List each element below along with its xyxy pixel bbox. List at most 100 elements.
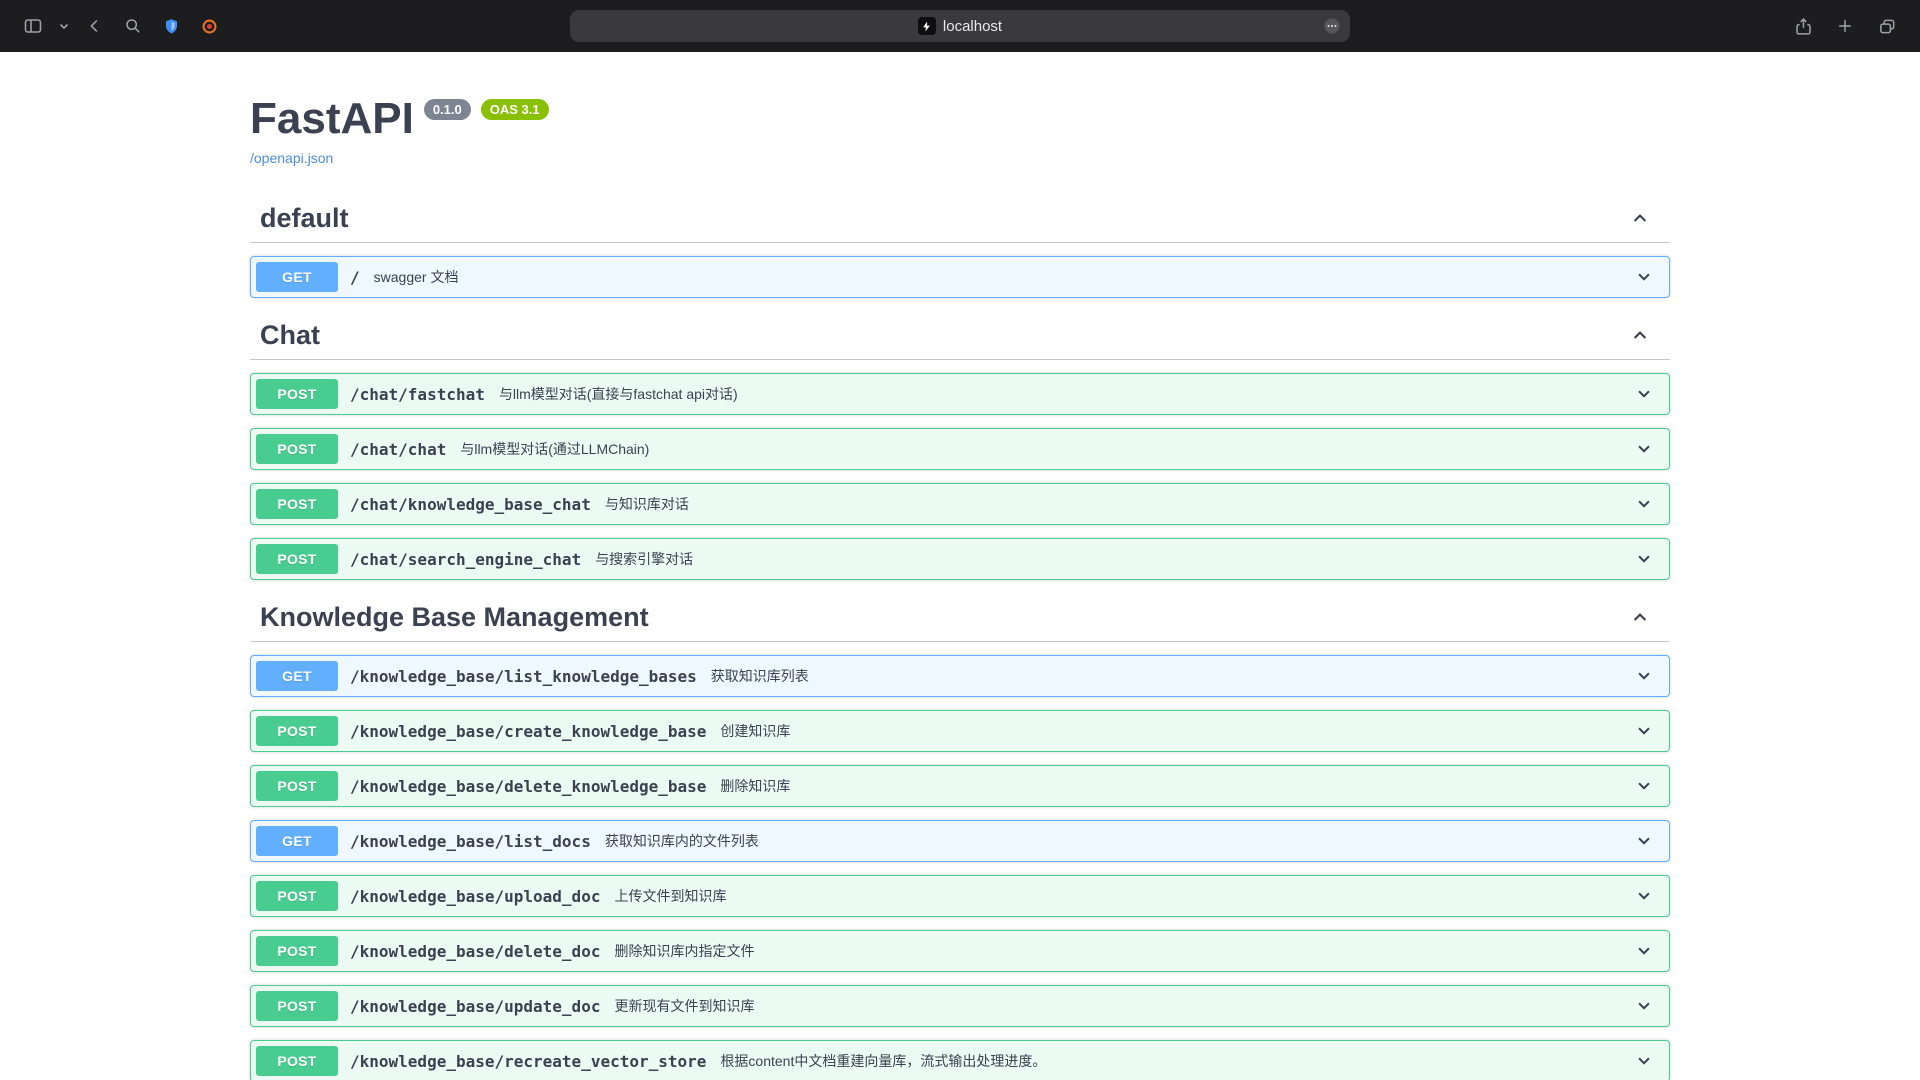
endpoint-row[interactable]: POST /chat/fastchat 与llm模型对话(直接与fastchat… bbox=[250, 373, 1670, 415]
endpoint-path: / bbox=[350, 268, 360, 287]
collapse-section-button[interactable] bbox=[1628, 323, 1652, 347]
orange-extension-icon bbox=[201, 18, 218, 35]
endpoint-row[interactable]: POST /knowledge_base/upload_doc 上传文件到知识库 bbox=[250, 875, 1670, 917]
section-header[interactable]: Knowledge Base Management bbox=[250, 593, 1670, 642]
endpoint-summary[interactable]: POST /chat/fastchat 与llm模型对话(直接与fastchat… bbox=[251, 374, 1669, 414]
orange-extension-button[interactable] bbox=[192, 9, 226, 43]
endpoint-row[interactable]: POST /knowledge_base/create_knowledge_ba… bbox=[250, 710, 1670, 752]
endpoint-summary[interactable]: POST /chat/search_engine_chat 与搜索引擎对话 bbox=[251, 539, 1669, 579]
chevron-down-icon bbox=[1633, 995, 1655, 1017]
expand-endpoint-button[interactable] bbox=[1627, 1048, 1661, 1074]
endpoint-row[interactable]: GET /knowledge_base/list_docs 获取知识库内的文件列… bbox=[250, 820, 1670, 862]
endpoint-summary[interactable]: POST /knowledge_base/delete_knowledge_ba… bbox=[251, 766, 1669, 806]
api-title-text: FastAPI bbox=[250, 96, 414, 142]
section-title: Chat bbox=[260, 320, 320, 350]
ellipsis-circle-icon bbox=[1323, 17, 1341, 35]
endpoint-row[interactable]: POST /chat/search_engine_chat 与搜索引擎对话 bbox=[250, 538, 1670, 580]
endpoint-summary[interactable]: POST /knowledge_base/delete_doc 删除知识库内指定… bbox=[251, 931, 1669, 971]
expand-endpoint-button[interactable] bbox=[1627, 993, 1661, 1019]
endpoint-path: /chat/search_engine_chat bbox=[350, 550, 581, 569]
endpoint-path: /knowledge_base/recreate_vector_store bbox=[350, 1052, 706, 1071]
share-button[interactable] bbox=[1786, 9, 1820, 43]
chevron-up-icon bbox=[1628, 605, 1652, 629]
endpoint-summary[interactable]: POST /knowledge_base/recreate_vector_sto… bbox=[251, 1041, 1669, 1080]
collapse-section-button[interactable] bbox=[1628, 605, 1652, 629]
new-tab-button[interactable] bbox=[1828, 9, 1862, 43]
endpoint-summary[interactable]: GET /knowledge_base/list_knowledge_bases… bbox=[251, 656, 1669, 696]
blue-extension-icon bbox=[163, 18, 180, 35]
endpoint-path: /knowledge_base/list_knowledge_bases bbox=[350, 667, 697, 686]
endpoint-summary[interactable]: POST /knowledge_base/update_doc 更新现有文件到知… bbox=[251, 986, 1669, 1026]
sidebar-toggle-button[interactable] bbox=[16, 9, 50, 43]
endpoint-summary[interactable]: POST /chat/knowledge_base_chat 与知识库对话 bbox=[251, 484, 1669, 524]
chevron-up-icon bbox=[1628, 206, 1652, 230]
endpoint-row[interactable]: POST /knowledge_base/update_doc 更新现有文件到知… bbox=[250, 985, 1670, 1027]
openapi-spec-link[interactable]: /openapi.json bbox=[250, 150, 333, 166]
chevron-up-icon bbox=[1628, 323, 1652, 347]
page-options-button[interactable] bbox=[1323, 17, 1341, 35]
content-wrapper: FastAPI 0.1.0 OAS 3.1 /openapi.json defa… bbox=[230, 96, 1690, 1080]
http-method-badge: POST bbox=[256, 991, 338, 1021]
endpoint-row[interactable]: GET / swagger 文档 bbox=[250, 256, 1670, 298]
endpoint-summary[interactable]: POST /chat/chat 与llm模型对话(通过LLMChain) bbox=[251, 429, 1669, 469]
http-method-badge: POST bbox=[256, 434, 338, 464]
endpoint-summary[interactable]: POST /knowledge_base/create_knowledge_ba… bbox=[251, 711, 1669, 751]
endpoint-row[interactable]: POST /knowledge_base/delete_doc 删除知识库内指定… bbox=[250, 930, 1670, 972]
address-bar[interactable]: localhost bbox=[570, 10, 1350, 42]
endpoint-row[interactable]: POST /chat/knowledge_base_chat 与知识库对话 bbox=[250, 483, 1670, 525]
tab-overview-icon bbox=[1878, 17, 1897, 36]
http-method-badge: POST bbox=[256, 936, 338, 966]
endpoint-summary[interactable]: GET / swagger 文档 bbox=[251, 257, 1669, 297]
chevron-down-icon bbox=[1633, 830, 1655, 852]
chevron-down-icon bbox=[1633, 266, 1655, 288]
endpoint-path: /knowledge_base/upload_doc bbox=[350, 887, 600, 906]
api-tag-section: Knowledge Base Management GET /knowledge… bbox=[250, 593, 1670, 1080]
endpoint-summary[interactable]: GET /knowledge_base/list_docs 获取知识库内的文件列… bbox=[251, 821, 1669, 861]
collapse-section-button[interactable] bbox=[1628, 206, 1652, 230]
section-operations: GET / swagger 文档 bbox=[250, 256, 1670, 298]
sidebar-menu-chevron-button[interactable] bbox=[54, 9, 74, 43]
http-method-badge: GET bbox=[256, 661, 338, 691]
expand-endpoint-button[interactable] bbox=[1627, 546, 1661, 572]
expand-endpoint-button[interactable] bbox=[1627, 663, 1661, 689]
expand-endpoint-button[interactable] bbox=[1627, 883, 1661, 909]
section-header[interactable]: Chat bbox=[250, 311, 1670, 360]
back-button[interactable] bbox=[78, 9, 112, 43]
section-operations: GET /knowledge_base/list_knowledge_bases… bbox=[250, 655, 1670, 1080]
http-method-badge: POST bbox=[256, 771, 338, 801]
search-button[interactable] bbox=[116, 9, 150, 43]
section-title: default bbox=[260, 203, 349, 233]
tab-overview-button[interactable] bbox=[1870, 9, 1904, 43]
sidebar-icon bbox=[23, 16, 43, 36]
browser-toolbar: localhost bbox=[0, 0, 1920, 52]
expand-endpoint-button[interactable] bbox=[1627, 828, 1661, 854]
section-header[interactable]: default bbox=[250, 194, 1670, 243]
section-title: Knowledge Base Management bbox=[260, 602, 649, 632]
endpoint-path: /chat/knowledge_base_chat bbox=[350, 495, 591, 514]
expand-endpoint-button[interactable] bbox=[1627, 938, 1661, 964]
expand-endpoint-button[interactable] bbox=[1627, 436, 1661, 462]
endpoint-summary[interactable]: POST /knowledge_base/upload_doc 上传文件到知识库 bbox=[251, 876, 1669, 916]
endpoint-row[interactable]: POST /knowledge_base/delete_knowledge_ba… bbox=[250, 765, 1670, 807]
http-method-badge: POST bbox=[256, 379, 338, 409]
endpoint-path: /chat/chat bbox=[350, 440, 446, 459]
api-tag-section: default GET / swagger 文档 bbox=[250, 194, 1670, 298]
endpoint-path: /chat/fastchat bbox=[350, 385, 485, 404]
expand-endpoint-button[interactable] bbox=[1627, 381, 1661, 407]
endpoint-description: 与知识库对话 bbox=[605, 494, 689, 514]
api-tag-section: Chat POST /chat/fastchat 与llm模型对话(直接与fas… bbox=[250, 311, 1670, 580]
chevron-down-icon bbox=[1633, 548, 1655, 570]
endpoint-row[interactable]: POST /chat/chat 与llm模型对话(通过LLMChain) bbox=[250, 428, 1670, 470]
endpoint-row[interactable]: POST /knowledge_base/recreate_vector_sto… bbox=[250, 1040, 1670, 1080]
section-operations: POST /chat/fastchat 与llm模型对话(直接与fastchat… bbox=[250, 373, 1670, 580]
chevron-down-icon bbox=[1633, 383, 1655, 405]
blue-extension-button[interactable] bbox=[154, 9, 188, 43]
toolbar-right-group bbox=[1786, 9, 1904, 43]
chevron-down-icon bbox=[1633, 885, 1655, 907]
expand-endpoint-button[interactable] bbox=[1627, 491, 1661, 517]
endpoint-row[interactable]: GET /knowledge_base/list_knowledge_bases… bbox=[250, 655, 1670, 697]
expand-endpoint-button[interactable] bbox=[1627, 773, 1661, 799]
back-icon bbox=[86, 17, 104, 35]
expand-endpoint-button[interactable] bbox=[1627, 264, 1661, 290]
expand-endpoint-button[interactable] bbox=[1627, 718, 1661, 744]
